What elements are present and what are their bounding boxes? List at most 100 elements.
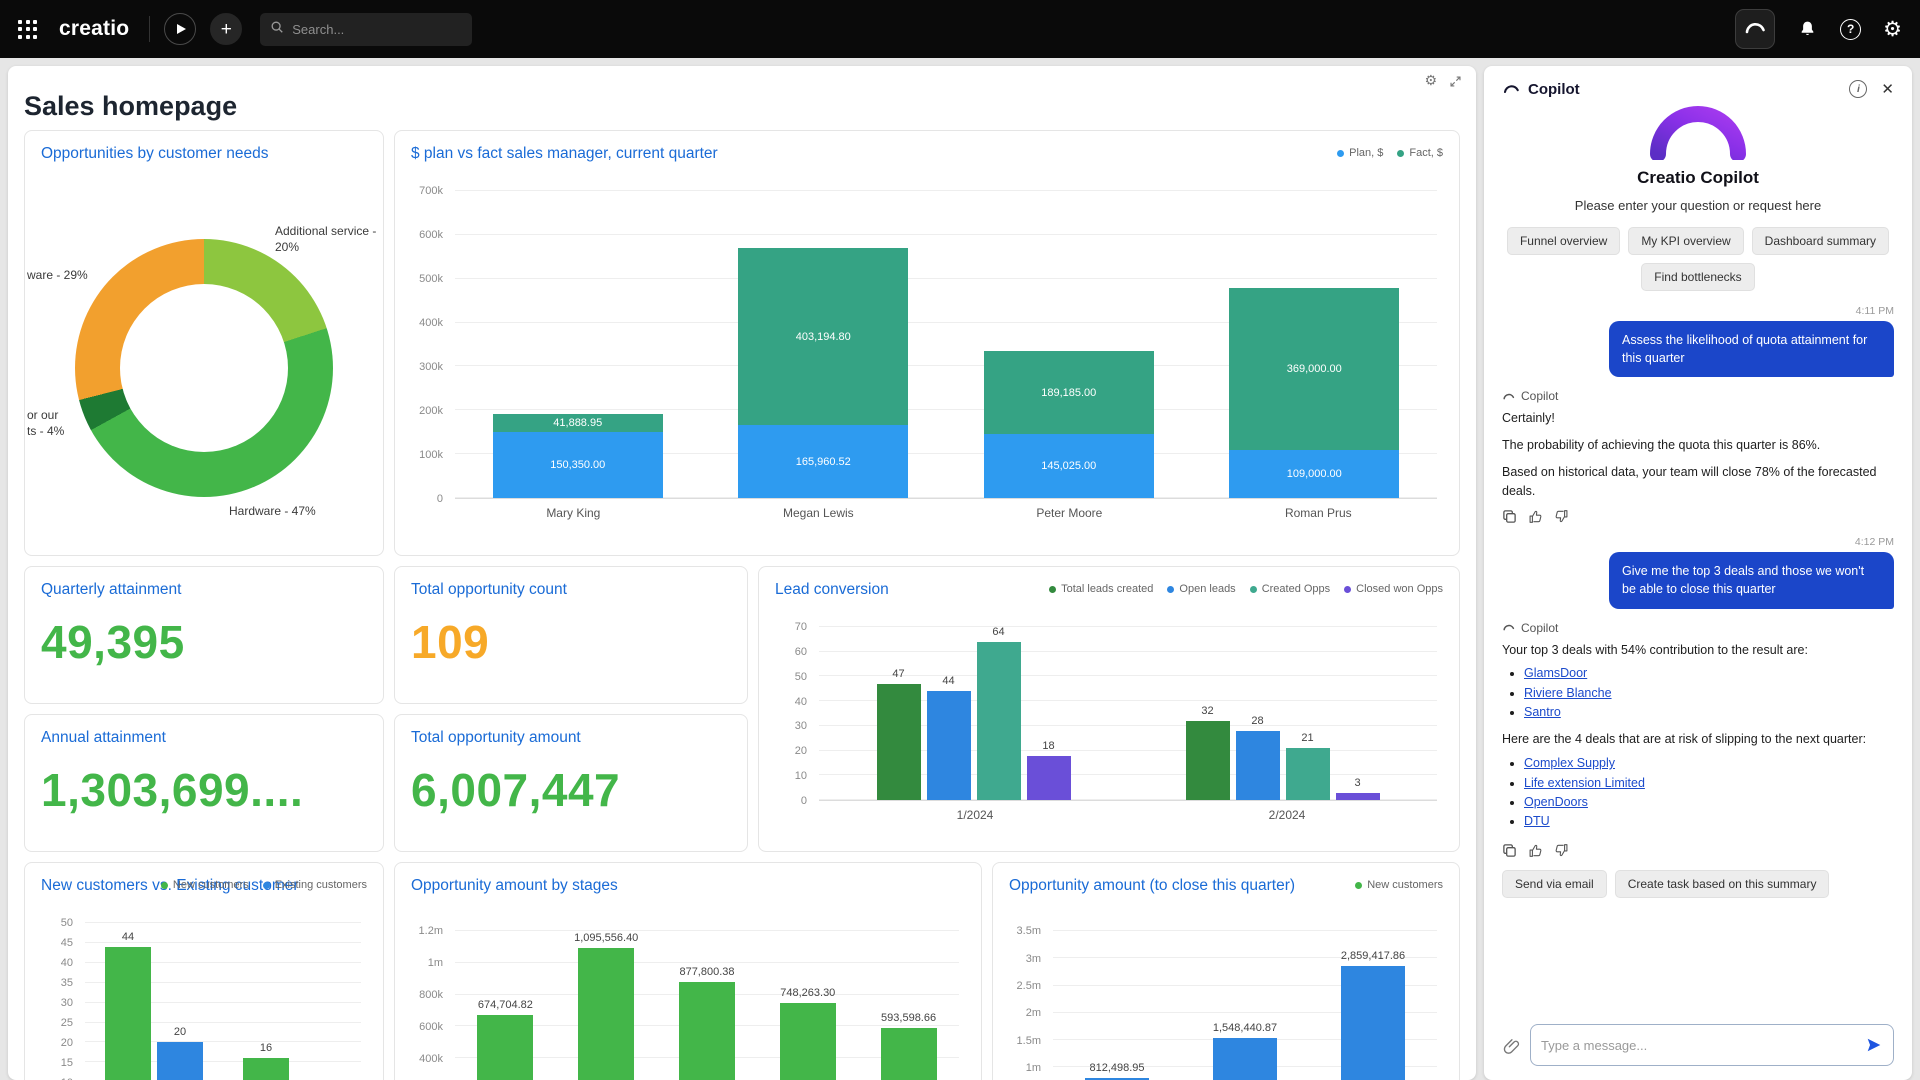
kpi-total-opportunity-amount: Total opportunity amount 6,007,447 xyxy=(394,714,748,852)
bar-group: 1,548,440.87 xyxy=(1213,923,1277,1080)
bar-group: 812,498.95 xyxy=(1085,923,1149,1080)
vbar: 21 xyxy=(1285,732,1330,800)
thumbs-up-icon[interactable] xyxy=(1528,843,1543,858)
lg-dot xyxy=(1344,585,1352,593)
bar-group: 165 xyxy=(243,923,341,1080)
lg-item: Plan, $ xyxy=(1337,147,1383,159)
send-via-email-button[interactable]: Send via email xyxy=(1502,869,1607,898)
global-search[interactable] xyxy=(260,12,473,46)
settings-gear-icon[interactable]: ⚙ xyxy=(1883,18,1902,40)
vbar: 674,704.82 xyxy=(477,999,534,1080)
thumbs-down-icon[interactable] xyxy=(1554,843,1569,858)
ytick: 400k xyxy=(419,1053,443,1065)
deal-link[interactable]: OpenDoors xyxy=(1524,795,1588,809)
create-task-button[interactable]: Create task based on this summary xyxy=(1614,869,1830,898)
chip-dashboard-summary[interactable]: Dashboard summary xyxy=(1751,227,1890,255)
ytick: 35 xyxy=(60,977,73,989)
notifications-bell-icon[interactable] xyxy=(1797,19,1818,40)
ytick: 400k xyxy=(419,317,443,329)
bar-group: 145,025.00 189,185.00 xyxy=(983,191,1154,498)
dashboard-panel: ⚙ Sales homepage Opportunities by custom… xyxy=(8,66,1476,1080)
bar-label: 47 xyxy=(892,667,905,680)
attach-paperclip-icon[interactable] xyxy=(1502,1036,1521,1055)
help-icon[interactable]: ? xyxy=(1840,18,1862,40)
creatio-logo[interactable]: creatio xyxy=(59,17,129,41)
ytick: 20 xyxy=(60,1037,73,1049)
copy-icon[interactable] xyxy=(1502,509,1517,524)
bar-label: 1,548,440.87 xyxy=(1212,1021,1278,1034)
bar-group: 32 28 21 3 xyxy=(1185,627,1380,800)
kpi-quarterly-attainment: Quarterly attainment 49,395 xyxy=(24,566,384,704)
copy-icon[interactable] xyxy=(1502,843,1517,858)
message-timestamp: 4:12 PM xyxy=(1854,536,1894,549)
seg-label: 165,960.52 xyxy=(795,455,851,468)
user-message: Assess the likelihood of quota attainmen… xyxy=(1609,321,1894,378)
message-input[interactable] xyxy=(1541,1037,1865,1053)
copilot-brand: Creatio Copilot xyxy=(1637,168,1759,187)
add-button[interactable]: + xyxy=(210,13,243,45)
bar-label: 674,704.82 xyxy=(477,998,533,1011)
ytick: 30 xyxy=(60,997,73,1009)
seg: 41,888.95 xyxy=(492,413,663,433)
lg-item: Total leads created xyxy=(1049,583,1153,595)
chip-funnel-overview[interactable]: Funnel overview xyxy=(1506,227,1621,255)
chip-my-kpi-overview[interactable]: My KPI overview xyxy=(1628,227,1744,255)
legend-label: New customers xyxy=(1367,879,1443,891)
deal-link[interactable]: Life extension Limited xyxy=(1524,776,1645,790)
chart-legend: Total leads created Open leads Created Opp… xyxy=(1049,583,1443,595)
lg-dot xyxy=(1249,585,1257,593)
list-item: DTU xyxy=(1524,812,1894,831)
ytick: 40 xyxy=(794,695,807,708)
bar-group: 150,350.00 41,888.95 xyxy=(492,191,663,498)
ytick: 15 xyxy=(60,1057,73,1069)
deal-link[interactable]: Complex Supply xyxy=(1524,756,1615,770)
bar-label: 1,095,556.40 xyxy=(574,931,639,944)
ytick: 70 xyxy=(794,621,807,633)
bars: 150,350.00 41,888.95 165,960.52 403,194.80 1… xyxy=(455,191,1437,498)
lg-dot xyxy=(1397,149,1405,157)
seg: 189,185.00 xyxy=(983,351,1154,435)
thumbs-up-icon[interactable] xyxy=(1528,509,1543,524)
chart-title: Opportunity amount by stages xyxy=(411,877,618,894)
chip-find-bottlenecks[interactable]: Find bottlenecks xyxy=(1641,263,1755,291)
send-icon[interactable] xyxy=(1865,1036,1883,1054)
bar-group: 674,704.82 xyxy=(477,923,534,1080)
bar-label: 2,859,417.86 xyxy=(1340,950,1406,963)
vbar: 1,548,440.87 xyxy=(1213,1022,1277,1080)
legend-label: Existing customers xyxy=(274,879,367,891)
app-launcher-icon[interactable] xyxy=(18,19,37,39)
deal-link[interactable]: Riviere Blanche xyxy=(1524,686,1612,700)
close-icon[interactable]: ✕ xyxy=(1881,80,1894,98)
ytick: 1.5m xyxy=(1016,1034,1041,1047)
kpi-value: 49,395 xyxy=(41,616,185,668)
copilot-app-icon[interactable] xyxy=(1735,9,1776,49)
expand-icon[interactable] xyxy=(1449,75,1462,88)
thumbs-down-icon[interactable] xyxy=(1554,509,1569,524)
bar-label: 748,263.30 xyxy=(780,986,836,999)
legend-label: Plan, $ xyxy=(1349,147,1384,159)
plot-area: 200k400k600k800k1m1.2m674,704.821,095,55… xyxy=(411,923,965,1080)
bar-label: 20 xyxy=(173,1026,187,1039)
dashboard-settings-gear-icon[interactable]: ⚙ xyxy=(1424,74,1437,88)
run-process-button[interactable] xyxy=(164,13,197,45)
legend-label: New customers xyxy=(172,879,249,891)
ytick: 600k xyxy=(419,229,443,241)
lg-dot xyxy=(1167,585,1175,593)
bar-label: 3 xyxy=(1354,776,1361,789)
bar-group: 748,263.30 xyxy=(779,923,836,1080)
bar-label: 16 xyxy=(259,1042,273,1055)
cat: 1/2024 xyxy=(956,808,994,822)
info-icon[interactable]: i xyxy=(1849,80,1868,98)
donut-label-additional-service: Additional service - 20% xyxy=(275,224,377,255)
kpi-annual-attainment: Annual attainment 1,303,699.... xyxy=(24,714,384,852)
reply-paragraph: Here are the 4 deals that are at risk of… xyxy=(1502,732,1867,747)
list-item: GlamsDoor xyxy=(1524,664,1894,683)
deal-link[interactable]: DTU xyxy=(1524,814,1550,828)
search-input[interactable] xyxy=(292,21,463,37)
seg-label: 150,350.00 xyxy=(550,459,606,472)
deal-link[interactable]: Santro xyxy=(1524,705,1561,719)
deal-link[interactable]: GlamsDoor xyxy=(1524,666,1587,680)
ytick: 700k xyxy=(419,185,443,197)
vbar: 44 xyxy=(926,675,971,800)
search-icon xyxy=(270,20,284,39)
